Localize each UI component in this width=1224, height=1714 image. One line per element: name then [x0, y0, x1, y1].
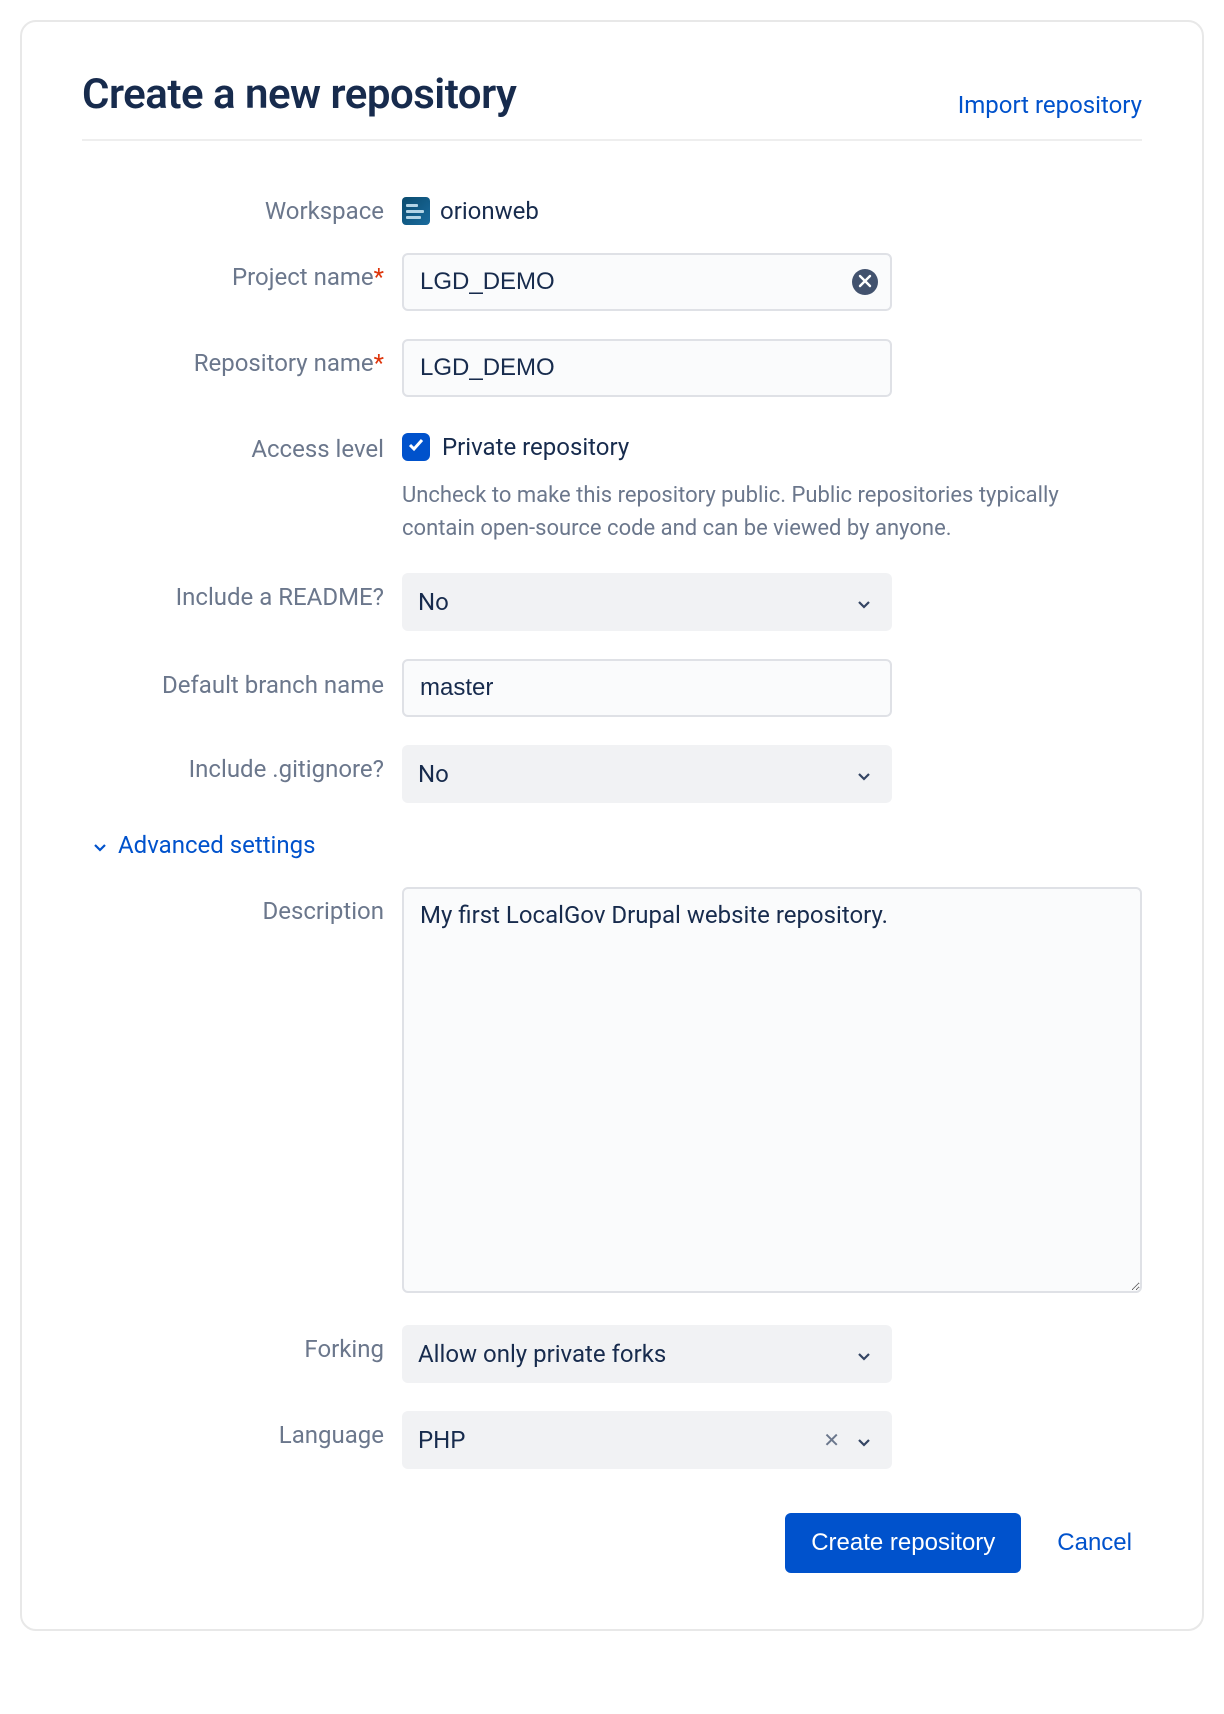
- required-marker: *: [374, 263, 384, 291]
- create-repo-card: Create a new repository Import repositor…: [20, 20, 1204, 1631]
- label-project-name: Project name*: [82, 253, 402, 291]
- label-access-level: Access level: [82, 425, 402, 463]
- workspace-value: orionweb: [402, 187, 1142, 225]
- chevron-down-icon: [854, 592, 874, 612]
- include-gitignore-select[interactable]: No: [402, 745, 892, 803]
- row-forking: Forking Allow only private forks: [82, 1325, 1142, 1383]
- close-icon: [858, 274, 872, 291]
- row-repository-name: Repository name*: [82, 339, 1142, 397]
- create-repository-button[interactable]: Create repository: [785, 1513, 1021, 1573]
- label-workspace: Workspace: [82, 187, 402, 225]
- required-marker: *: [374, 349, 384, 377]
- workspace-name: orionweb: [440, 197, 539, 225]
- language-value: PHP: [418, 1426, 465, 1454]
- page-title: Create a new repository: [82, 70, 516, 119]
- row-description: Description: [82, 887, 1142, 1297]
- label-repository-name: Repository name*: [82, 339, 402, 377]
- description-textarea[interactable]: [402, 887, 1142, 1293]
- language-select[interactable]: PHP ✕: [402, 1411, 892, 1469]
- row-include-readme: Include a README? No: [82, 573, 1142, 631]
- include-readme-value: No: [418, 588, 449, 616]
- advanced-settings-label: Advanced settings: [118, 831, 316, 859]
- private-repository-label: Private repository: [442, 433, 629, 461]
- private-repository-checkbox[interactable]: [402, 433, 430, 461]
- clear-project-name-button[interactable]: [852, 269, 878, 295]
- access-level-help: Uncheck to make this repository public. …: [402, 479, 1082, 545]
- row-access-level: Access level Private repository Uncheck …: [82, 425, 1142, 545]
- chevron-down-icon: [854, 1344, 874, 1364]
- default-branch-input[interactable]: [402, 659, 892, 717]
- label-forking: Forking: [82, 1325, 402, 1363]
- label-language: Language: [82, 1411, 402, 1449]
- include-gitignore-value: No: [418, 760, 449, 788]
- header: Create a new repository Import repositor…: [82, 70, 1142, 141]
- workspace-icon: [402, 197, 430, 225]
- chevron-down-icon: [90, 835, 110, 855]
- row-project-name: Project name*: [82, 253, 1142, 311]
- close-icon: ✕: [823, 1428, 840, 1452]
- label-include-gitignore: Include .gitignore?: [82, 745, 402, 783]
- forking-select[interactable]: Allow only private forks: [402, 1325, 892, 1383]
- row-language: Language PHP ✕: [82, 1411, 1142, 1469]
- project-name-input[interactable]: [402, 253, 892, 311]
- label-default-branch: Default branch name: [82, 659, 402, 703]
- row-default-branch: Default branch name: [82, 659, 1142, 717]
- clear-language-button[interactable]: ✕: [823, 1430, 840, 1450]
- repository-name-input[interactable]: [402, 339, 892, 397]
- advanced-settings-toggle[interactable]: Advanced settings: [82, 831, 1142, 859]
- import-repository-link[interactable]: Import repository: [958, 91, 1142, 119]
- check-icon: [407, 436, 425, 458]
- label-description: Description: [82, 887, 402, 925]
- label-include-readme: Include a README?: [82, 573, 402, 611]
- forking-value: Allow only private forks: [418, 1340, 666, 1368]
- row-workspace: Workspace orionweb: [82, 187, 1142, 225]
- include-readme-select[interactable]: No: [402, 573, 892, 631]
- chevron-down-icon: [854, 764, 874, 784]
- cancel-button[interactable]: Cancel: [1057, 1529, 1132, 1557]
- footer: Create repository Cancel: [82, 1513, 1142, 1573]
- chevron-down-icon: [854, 1430, 874, 1450]
- row-include-gitignore: Include .gitignore? No: [82, 745, 1142, 803]
